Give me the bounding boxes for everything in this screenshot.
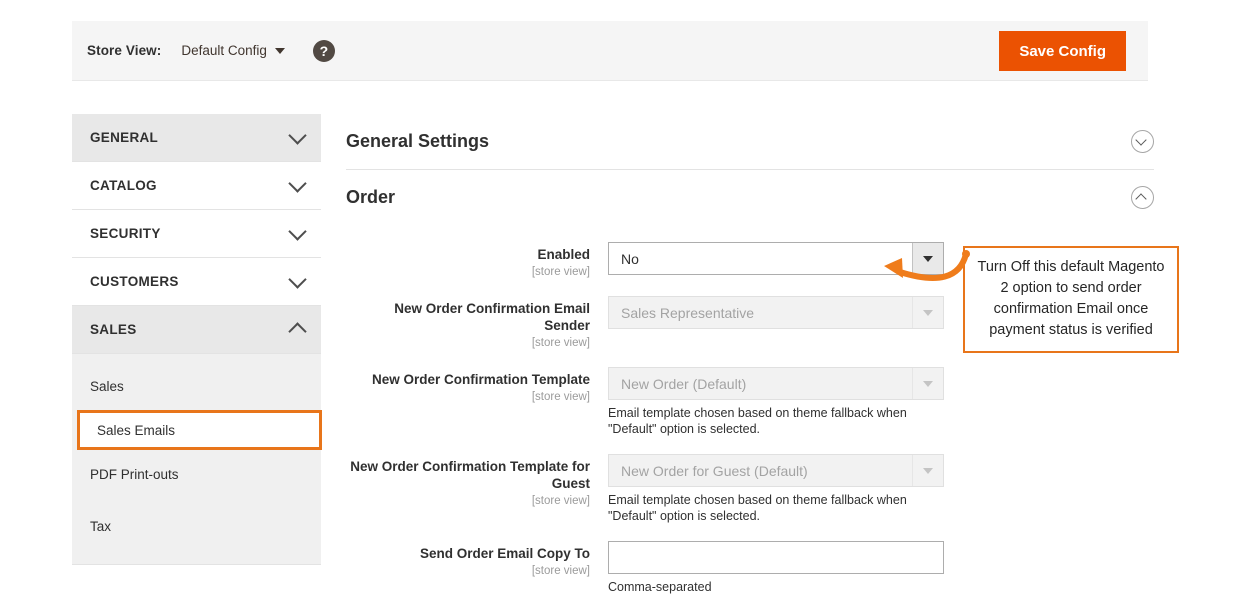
field-label-email-sender: New Order Confirmation Email Sender [sto… (346, 296, 608, 350)
sidebar-item-sales[interactable]: Sales (72, 360, 321, 412)
guest-template-select-value: New Order for Guest (Default) (609, 455, 912, 486)
field-label-guest-template: New Order Confirmation Template for Gues… (346, 454, 608, 508)
field-row-guest-template: New Order Confirmation Template for Gues… (346, 454, 1154, 524)
field-scope-text: [store view] (346, 336, 590, 350)
confirmation-template-select-value: New Order (Default) (609, 368, 912, 399)
chevron-down-icon[interactable] (1131, 130, 1154, 153)
chevron-up-icon[interactable] (1131, 186, 1154, 209)
sidebar-item-label: PDF Print-outs (90, 467, 179, 482)
field-scope-text: [store view] (346, 494, 590, 508)
chevron-down-icon (288, 222, 306, 240)
field-label-confirmation-template: New Order Confirmation Template [store v… (346, 367, 608, 404)
sidebar-subnav-sales: Sales Sales Emails PDF Print-outs Tax (72, 354, 321, 565)
sidebar-section-label: CATALOG (90, 178, 157, 193)
sidebar-section-label: GENERAL (90, 130, 158, 145)
field-label-text: New Order Confirmation Template for Gues… (346, 458, 590, 492)
sidebar-item-label: Sales Emails (97, 423, 175, 438)
field-label-text: New Order Confirmation Template (346, 371, 590, 388)
sidebar-item-pdf-print-outs[interactable]: PDF Print-outs (72, 448, 321, 500)
field-label-text: Enabled (346, 246, 590, 263)
config-content: General Settings Order Enabled [store vi… (346, 114, 1154, 595)
sidebar-item-sales-emails[interactable]: Sales Emails (79, 412, 320, 448)
email-sender-select: Sales Representative (608, 296, 944, 329)
chevron-up-icon (288, 322, 306, 340)
email-copy-to-input[interactable] (608, 541, 944, 574)
guest-template-select: New Order for Guest (Default) (608, 454, 944, 487)
chevron-down-icon (275, 48, 285, 54)
field-row-confirmation-template: New Order Confirmation Template [store v… (346, 367, 1154, 437)
field-control-guest-template: New Order for Guest (Default) Email temp… (608, 454, 944, 524)
field-scope-text: [store view] (346, 564, 590, 578)
chevron-down-icon (288, 270, 306, 288)
field-label-enabled: Enabled [store view] (346, 242, 608, 279)
section-header-order[interactable]: Order (346, 170, 1154, 225)
sidebar-section-label: SALES (90, 322, 137, 337)
field-label-text: Send Order Email Copy To (346, 545, 590, 562)
field-control-email-sender: Sales Representative (608, 296, 944, 329)
page-header: Store View: Default Config ? Save Config (72, 21, 1148, 81)
section-title: General Settings (346, 131, 489, 152)
sidebar-section-label: SECURITY (90, 226, 161, 241)
field-note: Email template chosen based on theme fal… (608, 492, 936, 524)
save-config-button[interactable]: Save Config (999, 31, 1126, 71)
help-icon[interactable]: ? (313, 40, 335, 62)
field-control-email-copy-to: Comma-separated (608, 541, 944, 595)
sidebar-section-label: CUSTOMERS (90, 274, 179, 289)
store-view-label: Store View: (87, 43, 161, 58)
sidebar-section-sales[interactable]: SALES (72, 306, 321, 354)
field-control-confirmation-template: New Order (Default) Email template chose… (608, 367, 944, 437)
email-sender-select-value: Sales Representative (609, 297, 912, 328)
field-row-email-copy-to: Send Order Email Copy To [store view] Co… (346, 541, 1154, 595)
field-label-email-copy-to: Send Order Email Copy To [store view] (346, 541, 608, 578)
dropdown-arrow-icon[interactable] (912, 243, 943, 274)
dropdown-arrow-icon (912, 455, 943, 486)
dropdown-arrow-icon (912, 368, 943, 399)
sidebar-item-label: Sales (90, 379, 124, 394)
chevron-down-icon (288, 174, 306, 192)
field-control-enabled: No (608, 242, 944, 275)
sidebar-section-general[interactable]: GENERAL (72, 114, 321, 162)
enabled-select-value: No (609, 243, 912, 274)
field-note: Email template chosen based on theme fal… (608, 405, 936, 437)
sidebar-section-catalog[interactable]: CATALOG (72, 162, 321, 210)
config-nav: GENERAL CATALOG SECURITY CUSTOMERS SALES… (72, 114, 321, 565)
section-header-general-settings[interactable]: General Settings (346, 114, 1154, 170)
sidebar-item-tax[interactable]: Tax (72, 500, 321, 552)
sidebar-item-label: Tax (90, 519, 111, 534)
dropdown-arrow-icon (912, 297, 943, 328)
field-scope-text: [store view] (346, 390, 590, 404)
store-view-value: Default Config (181, 43, 267, 58)
section-title: Order (346, 187, 395, 208)
chevron-down-icon (288, 126, 306, 144)
enabled-select[interactable]: No (608, 242, 944, 275)
confirmation-template-select: New Order (Default) (608, 367, 944, 400)
store-view-switcher[interactable]: Default Config (181, 43, 285, 58)
annotation-callout: Turn Off this default Magento 2 option t… (963, 246, 1179, 353)
field-note: Comma-separated (608, 579, 936, 595)
field-scope-text: [store view] (346, 265, 590, 279)
sidebar-section-security[interactable]: SECURITY (72, 210, 321, 258)
field-label-text: New Order Confirmation Email Sender (346, 300, 590, 334)
sidebar-section-customers[interactable]: CUSTOMERS (72, 258, 321, 306)
